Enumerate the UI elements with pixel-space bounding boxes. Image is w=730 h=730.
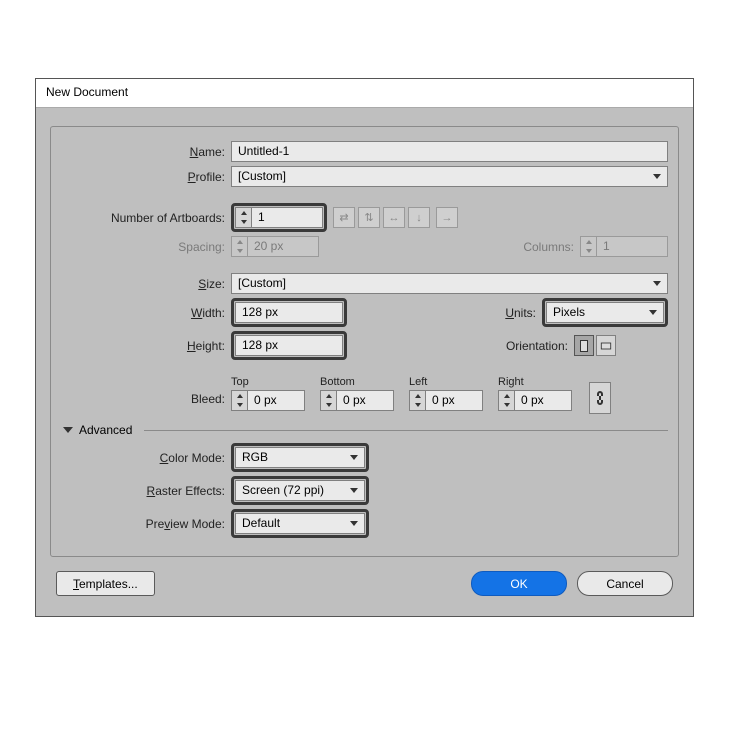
chevron-down-icon — [653, 174, 661, 179]
colormode-label: Color Mode: — [61, 451, 231, 465]
profile-value: [Custom] — [238, 167, 286, 186]
profile-dropdown[interactable]: [Custom] — [231, 166, 668, 187]
units-dropdown[interactable]: Pixels — [546, 302, 664, 323]
chevron-down-icon — [350, 488, 358, 493]
units-value: Pixels — [553, 303, 585, 322]
bleed-top-label: Top — [231, 376, 316, 388]
size-dropdown[interactable]: [Custom] — [231, 273, 668, 294]
bleed-bottom-label: Bottom — [320, 376, 405, 388]
bleed-right-stepper[interactable]: 0 px — [498, 390, 583, 411]
bleed-right-label: Right — [498, 376, 583, 388]
name-label: Name: — [61, 145, 231, 159]
raster-value: Screen (72 ppi) — [242, 481, 324, 500]
spacing-input: 20 px — [247, 236, 319, 257]
spacing-stepper: 20 px — [231, 236, 319, 257]
width-input[interactable]: 128 px — [235, 302, 343, 323]
preview-value: Default — [242, 514, 280, 533]
columns-label: Columns: — [523, 240, 580, 254]
chevron-down-icon — [63, 427, 73, 433]
chevron-down-icon — [653, 281, 661, 286]
profile-label: Profile: — [61, 170, 231, 184]
preview-label: Preview Mode: — [61, 517, 231, 531]
preview-dropdown[interactable]: Default — [235, 513, 365, 534]
bleed-left-input[interactable]: 0 px — [425, 390, 483, 411]
arrange-rtl-icon[interactable]: → — [436, 207, 458, 228]
chevron-down-icon — [350, 455, 358, 460]
new-document-dialog: New Document Name: Untitled-1 Profile: [… — [35, 78, 694, 617]
size-label: Size: — [61, 277, 231, 291]
advanced-toggle[interactable]: Advanced — [63, 423, 668, 437]
ok-button[interactable]: OK — [471, 571, 567, 596]
bleed-link-button[interactable] — [589, 382, 611, 414]
name-input[interactable]: Untitled-1 — [231, 141, 668, 162]
settings-fieldset: Name: Untitled-1 Profile: [Custom] Numbe… — [50, 126, 679, 557]
raster-label: Raster Effects: — [61, 484, 231, 498]
bleed-top-input[interactable]: 0 px — [247, 390, 305, 411]
columns-input: 1 — [596, 236, 668, 257]
cancel-button[interactable]: Cancel — [577, 571, 673, 596]
chevron-down-icon — [350, 521, 358, 526]
artboards-input[interactable]: 1 — [251, 207, 323, 228]
spacing-label: Spacing: — [61, 240, 231, 254]
dialog-body: Name: Untitled-1 Profile: [Custom] Numbe… — [36, 108, 693, 616]
width-label: Width: — [61, 306, 231, 320]
orientation-portrait-button[interactable] — [574, 335, 594, 356]
advanced-label: Advanced — [79, 423, 132, 437]
artboards-stepper[interactable]: 1 — [235, 207, 323, 228]
arrange-grid-col-icon[interactable]: ⇅ — [358, 207, 380, 228]
bleed-top-stepper[interactable]: 0 px — [231, 390, 316, 411]
artboard-arrange-group: ⇄ ⇅ ↔ ↓ — [331, 207, 430, 228]
columns-stepper: 1 — [580, 236, 668, 257]
bleed-bottom-stepper[interactable]: 0 px — [320, 390, 405, 411]
colormode-value: RGB — [242, 448, 268, 467]
chevron-down-icon — [649, 310, 657, 315]
dialog-buttons: Templates... OK Cancel — [50, 557, 679, 602]
colormode-dropdown[interactable]: RGB — [235, 447, 365, 468]
orientation-label: Orientation: — [506, 339, 574, 353]
arrange-grid-row-icon[interactable]: ⇄ — [333, 207, 355, 228]
artboards-label: Number of Artboards: — [61, 211, 231, 225]
bleed-label: Bleed: — [61, 376, 231, 406]
raster-dropdown[interactable]: Screen (72 ppi) — [235, 480, 365, 501]
orientation-landscape-button[interactable] — [596, 335, 616, 356]
bleed-bottom-input[interactable]: 0 px — [336, 390, 394, 411]
bleed-left-stepper[interactable]: 0 px — [409, 390, 494, 411]
units-label: Units: — [505, 306, 542, 320]
height-label: Height: — [61, 339, 231, 353]
arrange-row-icon[interactable]: ↔ — [383, 207, 405, 228]
bleed-left-label: Left — [409, 376, 494, 388]
dialog-title: New Document — [36, 79, 693, 108]
height-input[interactable]: 128 px — [235, 335, 343, 356]
templates-button[interactable]: Templates... — [56, 571, 155, 596]
arrange-col-icon[interactable]: ↓ — [408, 207, 430, 228]
size-value: [Custom] — [238, 274, 286, 293]
bleed-right-input[interactable]: 0 px — [514, 390, 572, 411]
